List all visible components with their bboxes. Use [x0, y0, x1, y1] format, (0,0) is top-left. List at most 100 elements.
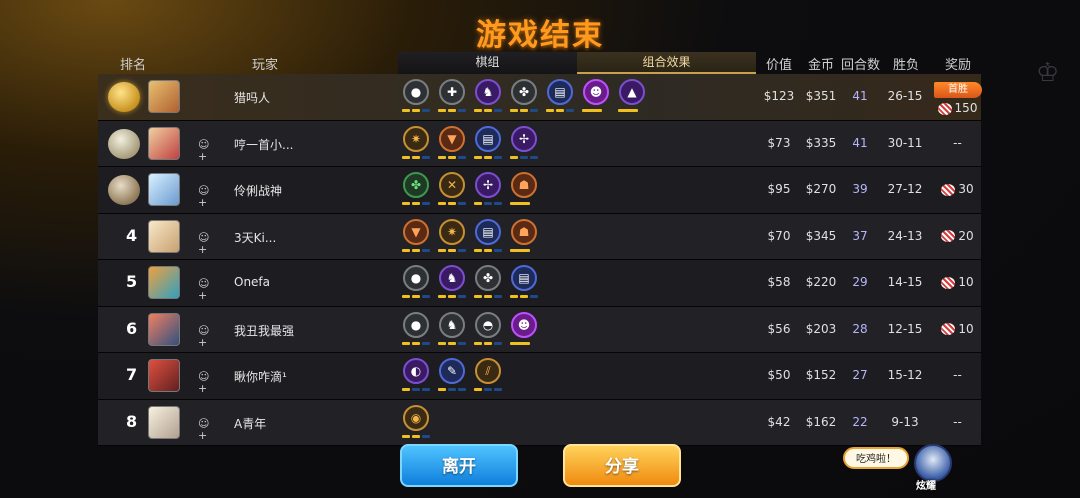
reward-cell: 10 — [934, 275, 981, 289]
horse-icon[interactable]: ♞ — [439, 265, 465, 291]
value-cell: $58 — [767, 275, 791, 289]
spirit-icon[interactable]: ◐ — [403, 358, 429, 384]
win-loss-cell: 15-12 — [887, 368, 923, 382]
avatar[interactable] — [148, 126, 180, 160]
axe-icon[interactable]: ✕ — [439, 172, 465, 198]
gold-cell: $152 — [805, 368, 837, 382]
book-icon[interactable]: ▤ — [511, 265, 537, 291]
speech-bubble: 吃鸡啦！ — [843, 447, 909, 469]
gold-cell: $270 — [805, 182, 837, 196]
reward-cell: 150 — [934, 101, 981, 115]
gear-icon[interactable]: ✷ — [403, 125, 429, 152]
add-friend-icon[interactable]: ☺+ — [198, 417, 211, 441]
rounds-cell: 37 — [852, 228, 868, 243]
avatar[interactable] — [148, 173, 180, 206]
book-icon[interactable]: ▤ — [547, 79, 573, 105]
reward-cell: 30 — [934, 182, 981, 196]
demon-icon[interactable]: ☻ — [583, 79, 609, 105]
player-name: Onefa — [234, 275, 271, 289]
rank-number: 5 — [126, 272, 138, 291]
player-name: 伶俐战神 — [234, 184, 283, 198]
tab-combo-effect[interactable]: 组合效果 — [577, 52, 756, 74]
claws-icon[interactable]: ⫽ — [475, 358, 501, 384]
reward-amount: 10 — [958, 321, 974, 336]
horse-icon[interactable]: ♞ — [439, 311, 465, 338]
eye-icon[interactable]: ◉ — [403, 404, 429, 431]
rank-number: 7 — [126, 365, 138, 384]
book-icon[interactable]: ▤ — [475, 125, 501, 152]
rank-number: 6 — [126, 318, 138, 338]
beast-icon[interactable]: ● — [403, 265, 429, 291]
tab-board[interactable]: 棋组 — [398, 52, 577, 74]
combo-icons: ● ✚ ♞ ✤ ▤ ☻ ▲ — [400, 79, 652, 117]
book-icon[interactable]: ▤ — [475, 218, 501, 245]
win-loss-cell: 14-15 — [887, 275, 923, 289]
add-friend-icon[interactable]: ☺+ — [198, 278, 211, 302]
add-friend-icon[interactable]: ☺+ — [198, 231, 211, 255]
helmet-icon[interactable]: ☗ — [511, 172, 537, 198]
fish-bone-icon[interactable]: ✢ — [511, 125, 537, 152]
reward-cell: -- — [953, 414, 962, 429]
show-off-label[interactable]: 炫耀 — [916, 477, 936, 492]
value-cell: $42 — [767, 414, 791, 429]
orc-icon[interactable]: ▼ — [439, 125, 465, 152]
reward-cell: -- — [953, 135, 962, 150]
reward-amount: 20 — [958, 228, 974, 243]
horse-icon[interactable]: ♞ — [475, 79, 501, 105]
avatar[interactable] — [148, 266, 180, 299]
avatar[interactable] — [148, 359, 180, 392]
combo-icons: ✤ ✕ ✢ ☗ — [400, 172, 544, 210]
table-row: 5 ☺+ Onefa ● ♞ ✤ ▤ $58 $220 29 14-15 10 — [98, 260, 981, 307]
paw-icon[interactable]: ✤ — [475, 265, 501, 291]
combo-icons: ◐ ✎ ⫽ — [400, 358, 508, 396]
fish-bone-icon[interactable]: ✢ — [475, 172, 501, 198]
combo-icons: ● ♞ ✤ ▤ — [400, 265, 544, 303]
results-table: 猎吗人 ● ✚ ♞ ✤ ▤ ☻ ▲ $123 $351 41 26-15 首胜 … — [98, 74, 982, 446]
beast-icon[interactable]: ● — [403, 79, 429, 105]
crown-icon: ♔ — [1036, 58, 1060, 88]
add-friend-icon[interactable]: ☺+ — [198, 371, 211, 395]
value-cell: $50 — [767, 368, 791, 382]
hood-icon[interactable]: ◓ — [475, 311, 501, 338]
reward-amount: 10 — [958, 275, 974, 289]
rounds-cell: 41 — [852, 135, 868, 150]
beast-icon[interactable]: ● — [403, 311, 429, 338]
rounds-cell: 28 — [852, 321, 868, 336]
candy-icon — [941, 183, 956, 196]
leave-button[interactable]: 离开 — [400, 444, 518, 487]
avatar[interactable] — [148, 80, 180, 113]
add-friend-icon[interactable]: ☺+ — [198, 324, 211, 348]
share-button[interactable]: 分享 — [563, 444, 681, 487]
add-friend-icon[interactable]: ☺+ — [198, 185, 211, 209]
player-name: A青年 — [234, 416, 267, 431]
knight-cross-icon[interactable]: ✚ — [439, 79, 465, 105]
demon-icon[interactable]: ☻ — [511, 311, 537, 338]
table-row: ☺+ 哼一首小... ✷ ▼ ▤ ✢ $73 $335 41 30-11 -- — [98, 120, 981, 167]
avatar[interactable] — [148, 219, 180, 253]
win-loss-cell: 24-13 — [887, 228, 923, 243]
table-row: 7 ☺+ 瞅你咋滴¹ ◐ ✎ ⫽ $50 $152 27 15-12 -- — [98, 353, 981, 400]
helmet-icon[interactable]: ☗ — [511, 218, 537, 245]
player-name: 猎吗人 — [234, 91, 271, 105]
header-rank: 排名 — [120, 58, 147, 73]
orc-icon[interactable]: ▼ — [403, 218, 429, 245]
value-cell: $123 — [763, 89, 795, 103]
win-loss-cell: 26-15 — [887, 89, 923, 103]
wizard-hat-icon[interactable]: ▲ — [619, 79, 645, 105]
gold-cell: $351 — [805, 89, 837, 103]
add-friend-icon[interactable]: ☺+ — [198, 138, 211, 162]
paw-icon[interactable]: ✤ — [511, 79, 537, 105]
win-loss-cell: 9-13 — [891, 414, 919, 429]
value-cell: $73 — [767, 135, 791, 150]
feather-icon[interactable]: ✎ — [439, 358, 465, 384]
player-name: 瞅你咋滴¹ — [234, 370, 287, 384]
avatar[interactable] — [148, 312, 180, 346]
rounds-cell: 39 — [852, 182, 868, 196]
player-name: 哼一首小... — [234, 137, 294, 152]
candy-icon — [937, 102, 952, 115]
board-combo-tabs: 棋组 组合效果 — [398, 52, 756, 74]
avatar[interactable] — [148, 405, 180, 439]
paw-icon[interactable]: ✤ — [403, 172, 429, 198]
gear-icon[interactable]: ✷ — [439, 218, 465, 245]
rounds-cell: 29 — [852, 275, 868, 289]
